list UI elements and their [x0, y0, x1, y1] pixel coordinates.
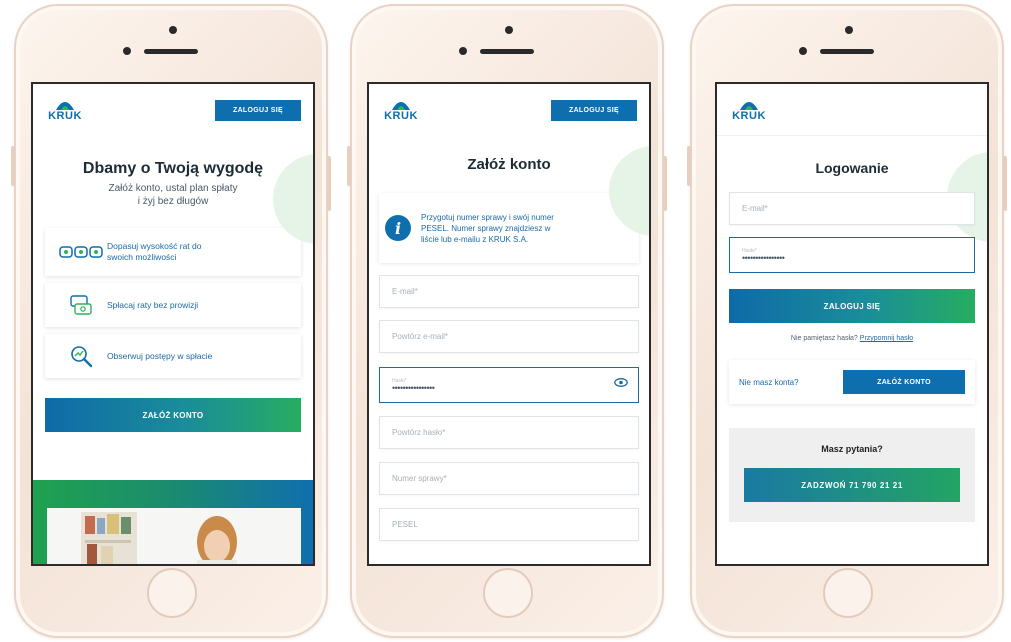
- info-icon: i: [385, 215, 411, 241]
- progress-magnifier-icon: [55, 344, 107, 368]
- call-button[interactable]: ZADZWOŃ 71 790 21 21: [744, 468, 960, 502]
- money-transfer-icon: [55, 294, 107, 316]
- subtitle: Załóż konto, ustal plan spłaty i żyj bez…: [33, 182, 313, 208]
- feature-text: Spłacaj raty bez prowizji: [107, 299, 199, 310]
- logo-text: KRUK: [48, 110, 82, 122]
- header: KRUK ZALOGUJ SIĘ: [369, 84, 649, 136]
- installments-icon: [55, 245, 107, 259]
- kruk-logo[interactable]: KRUK: [381, 98, 421, 122]
- forgot-password-row: Nie pamiętasz hasła? Przypomnij hasło: [717, 335, 987, 342]
- create-account-button[interactable]: ZAŁÓŻ KONTO: [45, 398, 301, 432]
- feature-card-no-fees: Spłacaj raty bez prowizji: [45, 283, 301, 327]
- earpiece-speaker: [820, 49, 874, 54]
- info-text-line: PESEL. Numer sprawy znajdziesz w: [421, 223, 551, 233]
- login-submit-button[interactable]: ZALOGUJ SIĘ: [729, 289, 975, 323]
- feature-text: Obserwuj postępy w spłacie: [107, 350, 213, 361]
- login-button[interactable]: ZALOGUJ SIĘ: [215, 99, 301, 121]
- password-field[interactable]: Hasło* ••••••••••••••••: [729, 237, 975, 273]
- create-account-button[interactable]: ZAŁÓŻ KONTO: [843, 370, 965, 394]
- remind-password-link[interactable]: Przypomnij hasło: [860, 335, 913, 342]
- camera-dot: [505, 26, 513, 34]
- feature-card-progress: Obserwuj postępy w spłacie: [45, 334, 301, 378]
- phone-frame-1: KRUK ZALOGUJ SIĘ Dbamy o Twoją wygodę Za…: [11, 4, 331, 638]
- no-account-box: Nie masz konta? ZAŁÓŻ KONTO: [729, 360, 975, 404]
- feature-text-line: swoich możliwości: [107, 252, 177, 262]
- page-title: Logowanie: [815, 160, 889, 176]
- home-button[interactable]: [147, 568, 197, 618]
- questions-box: Masz pytania? ZADZWOŃ 71 790 21 21: [729, 428, 975, 522]
- logo-bird-icon: [740, 101, 758, 110]
- password-field[interactable]: Hasło* ••••••••••••••••: [379, 367, 639, 403]
- info-text-line: Przygotuj numer sprawy i swój numer: [421, 212, 554, 222]
- forgot-password-text: Nie pamiętasz hasła?: [790, 335, 858, 342]
- email-repeat-field[interactable]: Powtórz e-mail*: [379, 320, 639, 353]
- page-title: Dbamy o Twoją wygodę: [82, 160, 264, 177]
- info-text-line: liście lub e-mailu z KRUK S.A.: [421, 234, 529, 244]
- pesel-field[interactable]: PESEL: [379, 508, 639, 541]
- promo-photo: [47, 508, 301, 564]
- subtitle-line: Załóż konto, ustal plan spłaty: [108, 183, 238, 194]
- feature-card-installments: Dopasuj wysokość rat do swoich możliwośc…: [45, 228, 301, 276]
- front-camera: [123, 47, 131, 55]
- subtitle-line: i żyj bez długów: [137, 196, 209, 207]
- camera-dot: [169, 26, 177, 34]
- case-number-field[interactable]: Numer sprawy*: [379, 462, 639, 495]
- kruk-logo[interactable]: KRUK: [729, 98, 769, 122]
- logo-bird-icon: [392, 102, 410, 110]
- kruk-logo[interactable]: KRUK: [45, 98, 85, 122]
- logo-text: KRUK: [732, 109, 766, 122]
- feature-text: Dopasuj wysokość rat do swoich możliwośc…: [107, 241, 202, 263]
- camera-dot: [845, 26, 853, 34]
- logo-bird-icon: [56, 102, 74, 110]
- header: KRUK ZALOGUJ SIĘ: [33, 84, 313, 136]
- header: KRUK: [717, 84, 987, 136]
- phone-screen-3: KRUK Logowanie E-mail* Hasło* ••••••••••…: [715, 82, 989, 566]
- email-field[interactable]: E-mail*: [379, 275, 639, 308]
- front-camera: [459, 47, 467, 55]
- email-field[interactable]: E-mail*: [729, 192, 975, 225]
- logo-text: KRUK: [384, 110, 418, 122]
- password-field-value: ••••••••••••••••: [742, 252, 785, 263]
- login-button[interactable]: ZALOGUJ SIĘ: [551, 99, 637, 121]
- home-button[interactable]: [823, 568, 873, 618]
- page-title: Załóż konto: [467, 156, 551, 173]
- woman-photo-illustration: [81, 512, 237, 564]
- phone-frame-3: KRUK Logowanie E-mail* Hasło* ••••••••••…: [687, 4, 1007, 638]
- front-camera: [799, 47, 807, 55]
- phone-frame-2: KRUK ZALOGUJ SIĘ Załóż konto i Przygotuj…: [347, 4, 667, 638]
- earpiece-speaker: [480, 49, 534, 54]
- show-password-icon[interactable]: [614, 378, 628, 387]
- phone-screen-2: KRUK ZALOGUJ SIĘ Załóż konto i Przygotuj…: [367, 82, 651, 566]
- no-account-text: Nie masz konta?: [739, 377, 799, 387]
- phone-screen-1: KRUK ZALOGUJ SIĘ Dbamy o Twoją wygodę Za…: [31, 82, 315, 566]
- home-button[interactable]: [483, 568, 533, 618]
- password-repeat-field[interactable]: Powtórz hasło*: [379, 416, 639, 449]
- feature-text-line: Dopasuj wysokość rat do: [107, 241, 202, 251]
- info-box: i Przygotuj numer sprawy i swój numer PE…: [379, 193, 639, 263]
- earpiece-speaker: [144, 49, 198, 54]
- password-field-value: ••••••••••••••••: [392, 382, 435, 393]
- questions-title: Masz pytania?: [821, 444, 883, 454]
- info-text: Przygotuj numer sprawy i swój numer PESE…: [421, 212, 554, 245]
